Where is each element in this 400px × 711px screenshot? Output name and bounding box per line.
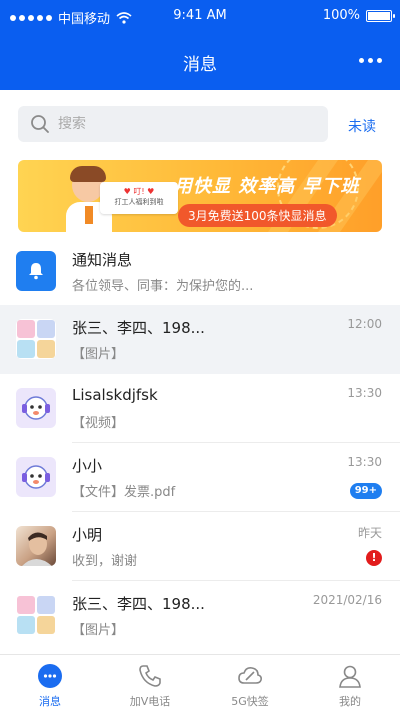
user-icon (339, 665, 361, 688)
unread-filter-link[interactable]: 未读 (348, 116, 376, 136)
conversation-name: 张三、李四、198... (72, 595, 205, 613)
tab-bar: 消息 加V电话 5G快签 我的 (0, 654, 400, 711)
cloud-sign-icon (238, 667, 262, 684)
battery-icon (366, 9, 395, 22)
search-box[interactable] (18, 106, 328, 142)
tab-messages[interactable]: 消息 (0, 655, 100, 711)
conversation-time: 12:00 (347, 317, 382, 331)
conversation-time: 昨天 (357, 526, 382, 540)
phone-icon (139, 665, 161, 687)
mascot-avatar (16, 388, 56, 428)
conversation-preview: 【文件】发票.pdf (72, 485, 176, 500)
tab-label: 加V电话 (129, 695, 171, 708)
conversation-preview: 【图片】 (72, 347, 125, 362)
banner-headline: 用快显 效率高 早下班 (174, 176, 360, 197)
conversation-time: 13:30 (347, 386, 382, 400)
tab-me[interactable]: 我的 (300, 655, 400, 711)
promo-banner[interactable]: ♥ 叮! ♥ 打工人福利到啦 用快显 效率高 早下班 3月免费送100条快显消息 (18, 160, 382, 232)
conversation-preview: 各位领导、同事：为保护您的... (72, 279, 254, 294)
banner-card-text: 打工人福利到啦 (114, 198, 164, 206)
conversation-item-group-2[interactable]: 张三、李四、198... 【图片】 2021/02/16 (0, 581, 400, 650)
banner-card-ding: ♥ 叮! ♥ (123, 187, 155, 196)
conversation-item-notice[interactable]: 通知消息 各位领导、同事：为保护您的... (0, 237, 400, 305)
status-right: 100% (322, 8, 395, 23)
mascot-avatar (16, 457, 56, 497)
chat-bubble-icon (38, 664, 62, 688)
conversation-preview: 【视频】 (72, 416, 125, 431)
conversation-item-group[interactable]: 张三、李四、198... 【图片】 12:00 (0, 305, 400, 374)
conversation-list: 通知消息 各位领导、同事：为保护您的... 张三、李四、198... 【图片】 … (0, 237, 400, 650)
tab-label: 消息 (39, 695, 61, 708)
photo-avatar (16, 526, 56, 566)
page-title: 消息 (183, 55, 217, 75)
tab-label: 我的 (339, 695, 361, 708)
conversation-name: 张三、李四、198... (72, 319, 205, 337)
status-bar: 中国移动 9:41 AM 100% (0, 0, 400, 32)
more-icon[interactable] (359, 58, 382, 63)
conversation-name: 小小 (72, 457, 103, 475)
tab-5g-sign[interactable]: 5G快签 (200, 655, 300, 711)
unread-count-badge: 99+ (349, 483, 382, 499)
search-icon (31, 115, 49, 133)
conversation-name: 通知消息 (72, 251, 133, 269)
battery-label: 100% (322, 8, 360, 23)
search-input[interactable] (58, 116, 298, 132)
alert-badge: ! (366, 550, 382, 566)
conversation-time: 13:30 (347, 455, 382, 469)
conversation-name: 小明 (72, 526, 103, 544)
conversation-item-lisa[interactable]: Lisalskdjfsk 【视频】 13:30 (0, 374, 400, 443)
group-avatar (16, 595, 56, 635)
conversation-preview: 【图片】 (72, 623, 125, 638)
nav-bar: 消息 (0, 32, 400, 90)
conversation-name: Lisalskdjfsk (72, 386, 158, 404)
banner-card: ♥ 叮! ♥ 打工人福利到啦 (100, 182, 178, 214)
group-avatar (16, 319, 56, 359)
conversation-item-xiaoxiao[interactable]: 小小 【文件】发票.pdf 13:30 99+ (0, 443, 400, 512)
tab-vcall[interactable]: 加V电话 (100, 655, 200, 711)
tab-label: 5G快签 (231, 695, 269, 708)
banner-promo: 3月免费送100条快显消息 (178, 204, 337, 227)
conversation-time: 2021/02/16 (312, 593, 382, 607)
conversation-preview: 收到，谢谢 (72, 554, 138, 569)
bell-icon (16, 251, 56, 291)
conversation-item-xiaoming[interactable]: 小明 收到，谢谢 昨天 ! (0, 512, 400, 581)
